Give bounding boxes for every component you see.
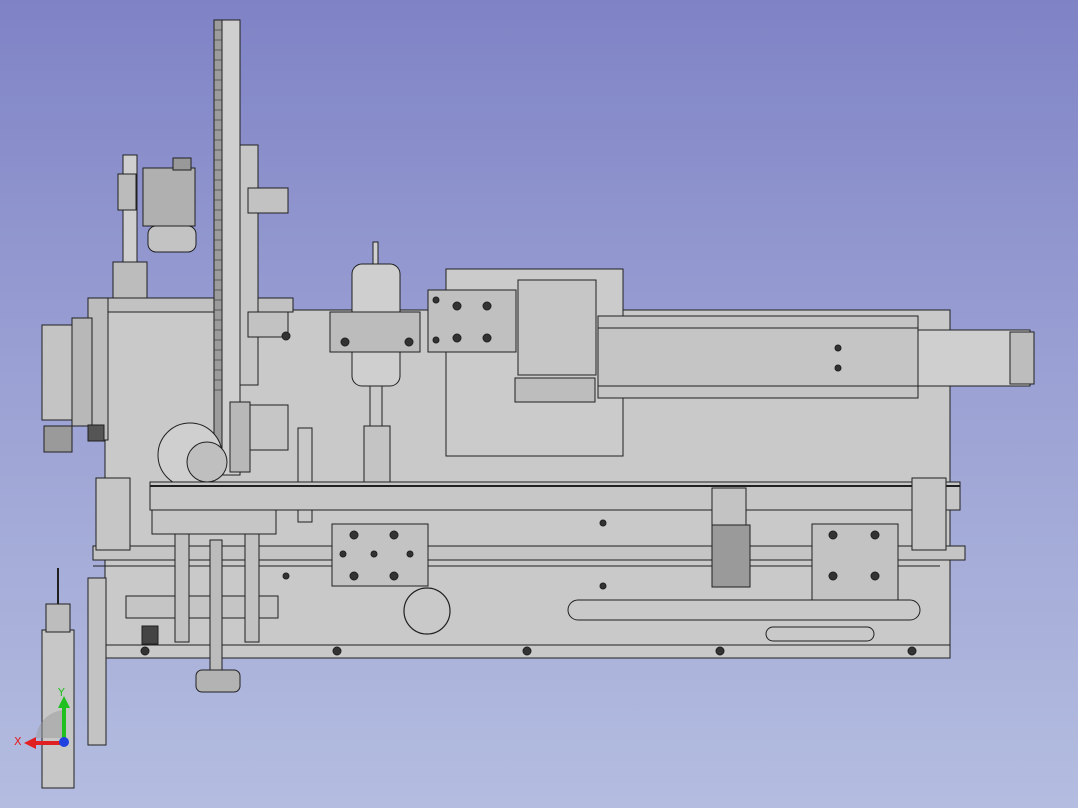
top-ledge — [107, 297, 294, 313]
plate-hole-large — [403, 587, 451, 635]
triad-arc — [36, 710, 64, 738]
gripper-top — [151, 509, 277, 535]
left-fitting — [43, 425, 73, 453]
chuck-mount — [229, 401, 251, 473]
spindle-nose — [369, 385, 383, 427]
rack-bolt — [281, 331, 291, 341]
gripper-clip-dark — [141, 625, 159, 645]
gripper-foot — [195, 669, 241, 693]
spindle-clamp-bolt — [340, 337, 350, 347]
spindle-clamp-bolt — [404, 337, 414, 347]
cylinder-block — [517, 279, 597, 376]
rail-carriage-left — [331, 523, 429, 587]
motor-body — [142, 167, 196, 227]
rail-stop-left — [95, 477, 131, 551]
cad-viewport[interactable]: X Y — [0, 0, 1078, 808]
actuator-hole — [834, 344, 842, 352]
axis-triad: X Y — [14, 688, 70, 749]
actuator-motor-endcap — [1009, 331, 1035, 385]
x-axis-label: X — [14, 735, 22, 748]
cylinder-rod-block — [514, 377, 596, 403]
mid-block-dark — [711, 524, 751, 588]
left-fitting-dark — [87, 424, 105, 442]
chuck-body — [247, 404, 289, 451]
machine-assembly-drawing — [41, 19, 1035, 789]
rotary-hub — [186, 441, 228, 483]
rack-rear-rail — [239, 144, 259, 386]
motor-flange — [147, 225, 197, 253]
plate-slot-upper — [567, 599, 921, 621]
left-mount-block — [71, 317, 93, 427]
spindle-collet — [363, 425, 391, 487]
motor-clamp — [117, 173, 137, 211]
spindle-shaft-top — [372, 241, 379, 267]
actuator-hole — [834, 364, 842, 372]
motor-connector — [172, 157, 192, 171]
probe-head — [45, 603, 71, 633]
rack-clamp-lower — [247, 311, 289, 338]
mid-bracket — [711, 487, 747, 527]
rack-clamp-upper — [247, 187, 289, 214]
rail-stop-right — [911, 477, 947, 551]
motor-base — [112, 261, 148, 299]
y-axis-label: Y — [57, 688, 65, 699]
slide-carriage — [427, 289, 517, 353]
z-axis-dot — [59, 737, 69, 747]
left-mount-plate — [41, 324, 73, 421]
x-axis-head — [24, 737, 36, 749]
probe-rail — [87, 577, 107, 746]
plate-slot-lower — [765, 626, 875, 642]
gripper-screw — [209, 539, 223, 671]
